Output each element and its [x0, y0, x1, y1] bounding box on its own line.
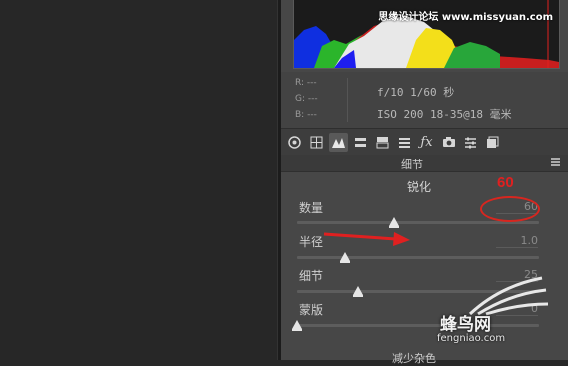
watermark-fengniao-text: 蜂鸟网 — [440, 315, 491, 335]
masking-slider-thumb[interactable] — [292, 320, 302, 331]
presets-icon[interactable] — [461, 133, 480, 152]
rgb-b-readout: B: --- — [295, 110, 317, 120]
watermark-missyuan: 思缘设计论坛 www.missyuan.com — [378, 12, 553, 23]
hsl-icon[interactable] — [351, 133, 370, 152]
radius-slider-thumb[interactable] — [340, 252, 351, 263]
annotation-arrow — [323, 232, 410, 246]
radius-value[interactable]: 1.0 — [496, 234, 538, 248]
noise-reduction-title: 减少杂色 — [392, 352, 436, 365]
panel-toolbar: ƒx — [281, 128, 568, 156]
exif-iso-lens: ISO 200 18-35@18 毫米 — [377, 108, 512, 121]
amount-label: 数量 — [299, 201, 324, 215]
snapshots-icon[interactable] — [483, 133, 502, 152]
section-title: 细节 — [401, 158, 423, 171]
split-tone-icon[interactable] — [373, 133, 392, 152]
detail-label: 细节 — [299, 269, 324, 283]
radius-label: 半径 — [299, 235, 324, 249]
watermark-fengniao-url: fengniao.com — [437, 333, 506, 344]
detail-section-header: 细节 — [281, 155, 568, 172]
tone-curve-icon[interactable] — [329, 132, 348, 152]
sharpen-group-title: 锐化 — [407, 180, 432, 194]
fx-icon[interactable]: ƒx — [417, 133, 436, 152]
rgb-r-readout: R: --- — [295, 78, 317, 88]
annotation-value-label: 60 — [497, 174, 514, 191]
image-canvas-area — [0, 0, 277, 360]
panel-menu-icon[interactable] — [551, 158, 560, 166]
rgb-g-readout: G: --- — [295, 94, 318, 104]
amount-slider-thumb[interactable] — [388, 217, 399, 228]
radius-slider[interactable] — [297, 256, 539, 259]
histogram: 思缘设计论坛 www.missyuan.com — [293, 0, 560, 69]
camera-icon[interactable] — [439, 133, 458, 152]
masking-slider[interactable] — [297, 324, 539, 327]
grid-icon[interactable] — [307, 133, 326, 152]
masking-label: 蒙版 — [299, 303, 324, 317]
info-separator — [347, 78, 348, 122]
exif-exposure: f/10 1/60 秒 — [377, 86, 455, 99]
info-area: R: --- G: --- B: --- f/10 1/60 秒 ISO 200… — [281, 72, 568, 128]
aperture-icon[interactable] — [285, 133, 304, 152]
detail-icon[interactable] — [395, 133, 414, 152]
detail-slider-thumb[interactable] — [352, 286, 363, 297]
annotation-ellipse — [480, 196, 540, 222]
